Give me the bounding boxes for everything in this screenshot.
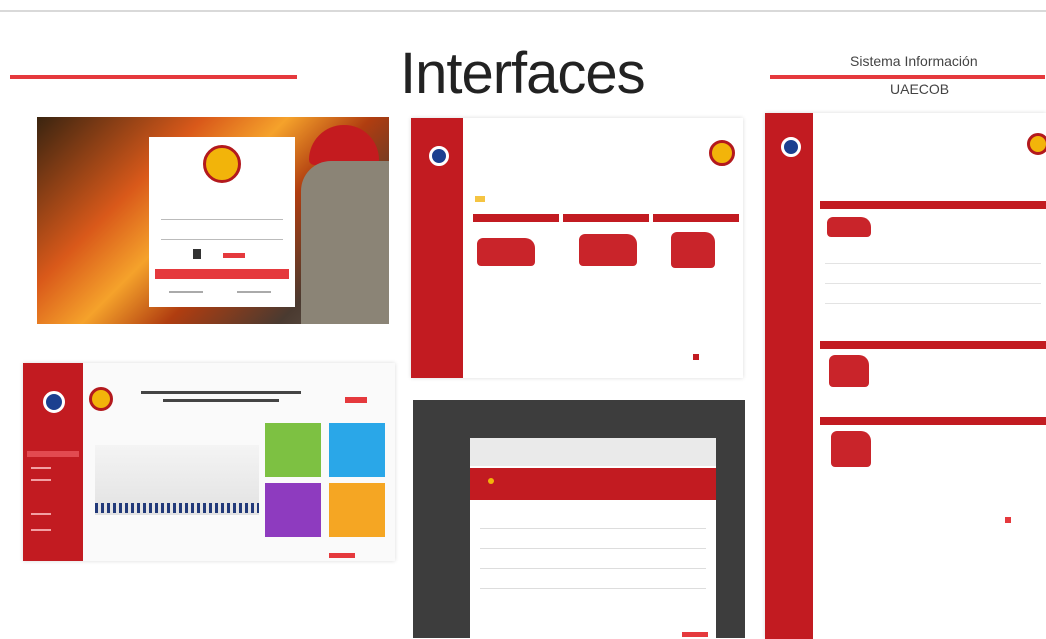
dashboard-action-button[interactable] bbox=[329, 553, 355, 558]
fire-truck-image bbox=[477, 238, 535, 266]
fire-truck-image bbox=[579, 234, 637, 266]
vehicle-column-header bbox=[563, 214, 649, 222]
page-title: Interfaces bbox=[400, 41, 646, 106]
stat-tile-purple[interactable] bbox=[265, 483, 321, 537]
emblem-logo bbox=[203, 145, 241, 183]
stat-tile-green[interactable] bbox=[265, 423, 321, 477]
vehicle-detail-screenshot bbox=[765, 113, 1046, 639]
stat-tile-blue[interactable] bbox=[329, 423, 385, 477]
header-emblem bbox=[1027, 133, 1046, 155]
firefighter-image bbox=[301, 161, 389, 324]
top-divider bbox=[0, 10, 1046, 12]
form-row bbox=[480, 528, 706, 529]
system-title: Sistema Información bbox=[850, 53, 978, 69]
firefighter-helmet-image bbox=[309, 125, 379, 165]
sidebar-menu-item[interactable] bbox=[27, 451, 79, 457]
username-field[interactable] bbox=[161, 219, 283, 220]
sidebar-emblem bbox=[43, 391, 65, 413]
partner-logo bbox=[193, 249, 201, 259]
form-row bbox=[480, 548, 706, 549]
vehicle-column-header bbox=[473, 214, 559, 222]
fire-truck-image bbox=[829, 355, 869, 387]
register-link[interactable] bbox=[237, 291, 271, 293]
left-red-rule bbox=[10, 75, 297, 79]
sidebar-emblem bbox=[429, 146, 449, 166]
dashboard-screenshot bbox=[23, 363, 395, 561]
form-row bbox=[480, 568, 706, 569]
activity-bars bbox=[95, 503, 259, 513]
section-header bbox=[820, 341, 1046, 349]
vehicles-screenshot bbox=[411, 118, 743, 378]
ladder-truck-image bbox=[671, 232, 715, 268]
activity-chart bbox=[95, 445, 259, 515]
detail-row bbox=[825, 283, 1041, 284]
bogota-logo bbox=[223, 253, 245, 258]
right-red-rule bbox=[770, 75, 1045, 79]
detail-row bbox=[825, 263, 1041, 264]
sidebar-emblem bbox=[781, 137, 801, 157]
dashboard-heading-line2 bbox=[163, 399, 279, 402]
dashboard-heading bbox=[141, 391, 301, 394]
sidebar-menu-item[interactable] bbox=[31, 513, 51, 515]
bogota-logo bbox=[345, 397, 367, 403]
status-chip bbox=[475, 196, 485, 202]
active-tab-icon[interactable] bbox=[488, 478, 494, 484]
modal-save-button[interactable] bbox=[682, 632, 708, 637]
section-header bbox=[820, 201, 1046, 209]
login-button[interactable] bbox=[155, 269, 289, 279]
forgot-password-link[interactable] bbox=[169, 291, 203, 293]
detail-sidebar bbox=[765, 113, 813, 639]
system-acronym: UAECOB bbox=[890, 81, 950, 97]
modal-screenshot bbox=[413, 400, 745, 638]
modal-header bbox=[470, 438, 716, 466]
dashboard-emblem bbox=[89, 387, 113, 411]
fire-truck-image bbox=[827, 217, 871, 237]
vehicle-column-header bbox=[653, 214, 739, 222]
form-row bbox=[480, 588, 706, 589]
login-card bbox=[149, 137, 295, 307]
dashboard-sidebar bbox=[23, 363, 83, 561]
pagination-dot[interactable] bbox=[1005, 517, 1011, 523]
login-screenshot bbox=[37, 117, 389, 324]
sidebar-menu-item[interactable] bbox=[31, 479, 51, 481]
stat-tile-orange[interactable] bbox=[329, 483, 385, 537]
header-emblem bbox=[709, 140, 735, 166]
sidebar-menu-item[interactable] bbox=[31, 529, 51, 531]
password-field[interactable] bbox=[161, 239, 283, 240]
detail-row bbox=[825, 303, 1041, 304]
vehicles-sidebar bbox=[411, 118, 463, 378]
ladder-truck-image bbox=[831, 431, 871, 467]
pagination-dot[interactable] bbox=[693, 354, 699, 360]
sidebar-menu-item[interactable] bbox=[31, 467, 51, 469]
modal-dialog bbox=[470, 438, 716, 638]
section-header bbox=[820, 417, 1046, 425]
modal-tab-bar bbox=[470, 468, 716, 500]
